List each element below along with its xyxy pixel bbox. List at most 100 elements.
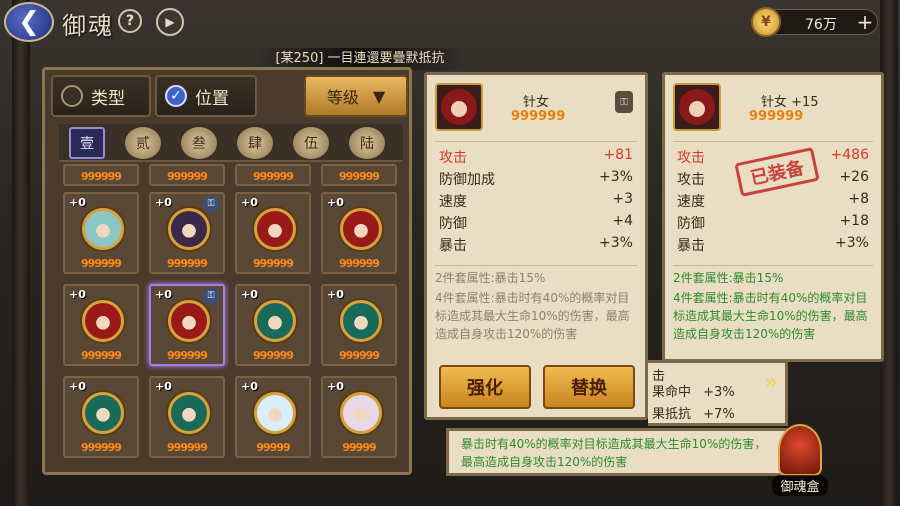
- set-bonus-box: 暴击时有40%的概率对目标造成其最大生命10%的伤害，最高造成自身攻击120%的…: [446, 428, 788, 476]
- stat-label: 防御: [677, 216, 705, 232]
- back-arrow-icon: ❮: [18, 7, 40, 37]
- soul-cell[interactable]: 999999: [149, 164, 225, 186]
- sort-dropdown[interactable]: 等级 ▼: [304, 75, 408, 117]
- tab-type-label: 类型: [91, 88, 125, 109]
- soul-orb-icon: [254, 392, 296, 434]
- divider: [435, 265, 637, 266]
- soul-cell[interactable]: +0 999999: [235, 284, 311, 366]
- soul-orb-icon: [340, 392, 382, 434]
- add-coins-button[interactable]: +: [855, 12, 875, 32]
- soul-cell[interactable]: +0 ⚿ 999999: [149, 284, 225, 366]
- soul-cell[interactable]: 999999: [63, 164, 139, 186]
- resist-value: +7%: [703, 407, 735, 422]
- position-tab[interactable]: 叁: [181, 127, 217, 159]
- stat-label: 暴击: [677, 238, 705, 254]
- soul-stars: 999999: [749, 109, 804, 124]
- soul-box-label: 御魂盒: [772, 475, 828, 496]
- soul-portrait: [673, 83, 721, 131]
- position-tab[interactable]: 伍: [293, 127, 329, 159]
- soul-cell[interactable]: +0 999999: [63, 284, 139, 366]
- soul-level: +0: [155, 380, 172, 393]
- soul-cell[interactable]: +0 999999: [63, 192, 139, 274]
- soul-level: +0: [69, 380, 86, 393]
- lock-icon: ⚿: [203, 288, 219, 304]
- soul-orb-icon: [82, 392, 124, 434]
- replace-button[interactable]: 替换: [543, 365, 635, 409]
- soul-level: +0: [69, 288, 86, 301]
- position-tab[interactable]: 肆: [237, 127, 273, 159]
- soul-orb-icon: [82, 300, 124, 342]
- position-tabs: 壹贰叁肆伍陆: [59, 124, 403, 162]
- set4-desc: 4件套属性:暴击时有40%的概率对目标造成其最大生命10%的伤害，最高造成自身攻…: [435, 291, 630, 341]
- soul-box-button[interactable]: 御魂盒: [772, 424, 828, 496]
- soul-rank: 999999: [81, 257, 122, 270]
- main-stat-value: +81: [603, 147, 633, 163]
- stat-row: 暴击 +3%: [439, 235, 633, 257]
- soul-rank: 999999: [167, 349, 208, 362]
- soul-rank: 999999: [81, 441, 122, 454]
- stat-value: +8: [848, 191, 869, 207]
- stat-value: +3%: [599, 169, 633, 185]
- soul-level: +0: [241, 288, 258, 301]
- soul-box-icon: [778, 424, 822, 476]
- soul-rank: 99999: [342, 441, 376, 454]
- soul-cell[interactable]: 999999: [321, 164, 397, 186]
- soul-cell[interactable]: +0 ⚿ 999999: [149, 192, 225, 274]
- tab-position[interactable]: ✓ 位置: [155, 75, 257, 117]
- position-tab[interactable]: 壹: [69, 127, 105, 159]
- enhance-button[interactable]: 强化: [439, 365, 531, 409]
- play-button[interactable]: ▶: [156, 8, 184, 36]
- equipped-soul-card: 针女 +15 999999 攻击 +486 攻击 +26 速度 +8 防御 +18 暴击 +3…: [662, 72, 884, 362]
- soul-rank: 999999: [253, 349, 294, 362]
- stat-row: 暴击 +3%: [677, 235, 869, 257]
- position-tab[interactable]: 贰: [125, 127, 161, 159]
- soul-cell[interactable]: +0 99999: [321, 376, 397, 458]
- divider: [435, 141, 637, 142]
- help-button[interactable]: ?: [118, 9, 142, 33]
- page-title: 御魂: [62, 12, 114, 40]
- stat-row: 速度 +8: [677, 191, 869, 213]
- main-stat-label: 攻击: [439, 150, 467, 166]
- stat-row: 防御加成 +3%: [439, 169, 633, 191]
- soul-orb-icon: [340, 300, 382, 342]
- sort-label: 等级: [326, 88, 359, 107]
- soul-rank: 999999: [81, 349, 122, 362]
- stat-label: 速度: [677, 194, 705, 210]
- tab-type[interactable]: 类型: [51, 75, 151, 117]
- soul-name: 针女 +15: [761, 95, 819, 110]
- hit-stat: 果命中 +3%: [652, 381, 735, 400]
- soul-cell[interactable]: +0 999999: [321, 284, 397, 366]
- soul-cell[interactable]: +0 999999: [321, 192, 397, 274]
- stat-value: +3%: [599, 235, 633, 251]
- soul-level: +0: [69, 196, 86, 209]
- selected-soul-card: 针女 999999 ⚿ 攻击 +81 防御加成 +3% 速度 +3 防御 +4 暴击 +3% …: [424, 72, 648, 420]
- soul-level: +0: [327, 380, 344, 393]
- soul-rank: 999999: [339, 257, 380, 270]
- stat-row: 速度 +3: [439, 191, 633, 213]
- lock-icon[interactable]: ⚿: [615, 91, 633, 113]
- soul-cell[interactable]: +0 999999: [235, 192, 311, 274]
- main-stat-value: +486: [830, 147, 869, 163]
- soul-rank: 999999: [253, 170, 294, 183]
- soul-rank: 999999: [167, 257, 208, 270]
- stat-label: 攻击: [677, 172, 705, 188]
- back-button[interactable]: ❮: [4, 2, 54, 42]
- type-checkbox[interactable]: [61, 85, 83, 107]
- soul-cell[interactable]: +0 999999: [63, 376, 139, 458]
- stat-label: 防御加成: [439, 172, 495, 188]
- soul-portrait: [435, 83, 483, 131]
- pillar-left: [12, 0, 30, 506]
- soul-cell[interactable]: 999999: [235, 164, 311, 186]
- chevron-right-icon[interactable]: »: [764, 370, 778, 395]
- coin-icon: ¥: [751, 7, 781, 37]
- position-checkbox[interactable]: ✓: [165, 85, 187, 107]
- soul-orb-icon: [340, 208, 382, 250]
- portrait-icon: [441, 89, 477, 125]
- soul-orb-icon: [254, 300, 296, 342]
- position-tab[interactable]: 陆: [349, 127, 385, 159]
- portrait-icon: [679, 89, 715, 125]
- soul-cell[interactable]: +0 999999: [149, 376, 225, 458]
- soul-cell[interactable]: +0 99999: [235, 376, 311, 458]
- lock-icon: ⚿: [203, 196, 219, 212]
- soul-rank: 99999: [256, 441, 290, 454]
